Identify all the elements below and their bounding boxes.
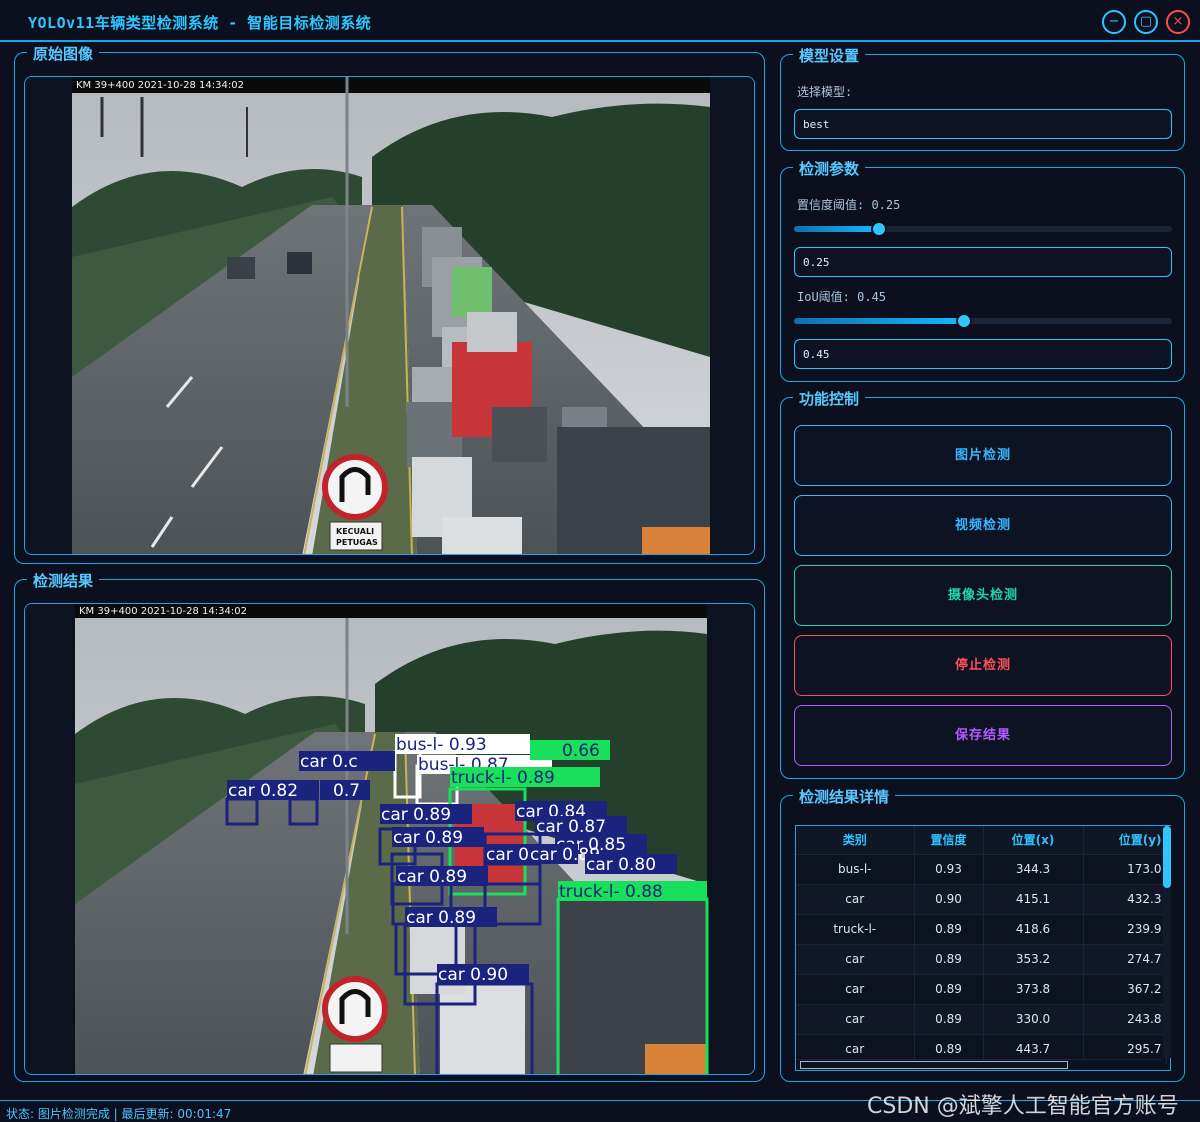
cell-y: 367.2 [1083, 973, 1167, 1004]
save-result-button[interactable]: 保存结果 [794, 705, 1172, 766]
table-row[interactable]: car 0.90 415.1 432.3 [796, 883, 1167, 914]
cell-class: bus-l- [796, 853, 915, 884]
table-row[interactable]: car 0.89 373.8 367.2 [796, 973, 1167, 1004]
detection-params-title: 检测参数 [793, 158, 866, 179]
table-header-row: 类别 置信度 位置(x) 位置(y) [796, 826, 1167, 854]
cell-y: 274.7 [1083, 943, 1167, 974]
video-detect-button[interactable]: 视频检测 [794, 495, 1172, 556]
column-header-y[interactable]: 位置(y) [1083, 826, 1167, 854]
detection-label: 0.7 [333, 781, 360, 801]
confidence-threshold-label: 置信度阈值: 0.25 [797, 198, 901, 212]
sign-text-line1: KECUALI [336, 527, 374, 536]
cell-x: 373.8 [983, 973, 1084, 1004]
cell-class: car [796, 883, 915, 914]
iou-threshold-label: IoU阈值: 0.45 [797, 290, 887, 304]
detection-label: car 0.82 [228, 781, 298, 801]
camera-detect-button[interactable]: 摄像头检测 [794, 565, 1172, 626]
details-table[interactable]: 类别 置信度 位置(x) 位置(y) bus-l- 0.93 344.3 173… [795, 825, 1171, 1071]
column-header-confidence[interactable]: 置信度 [914, 826, 984, 854]
cell-x: 415.1 [983, 883, 1084, 914]
iou-slider-handle[interactable] [956, 313, 973, 329]
cell-confidence: 0.89 [914, 973, 984, 1004]
title-bar: YOLOv11车辆类型检测系统 - 智能目标检测系统 − ▢ × [0, 0, 1200, 42]
close-icon[interactable]: × [1166, 10, 1190, 34]
model-settings-title: 模型设置 [793, 45, 866, 66]
confidence-slider[interactable] [794, 221, 1172, 237]
result-overlay-text: KM 39+400 2021-10-28 14:34:02 [79, 606, 247, 617]
status-text: 状态: 图片检测完成 | 最后更新: 00:01:47 [6, 1107, 232, 1121]
iou-input[interactable]: 0.45 [794, 339, 1172, 369]
detection-label: car 0.89 [397, 867, 467, 887]
detection-label: 0.66 [562, 741, 600, 761]
confidence-slider-fill [794, 226, 880, 232]
column-header-x[interactable]: 位置(x) [983, 826, 1084, 854]
details-horizontal-scroll-thumb[interactable] [800, 1061, 1068, 1069]
details-title: 检测结果详情 [793, 786, 896, 807]
cell-class: truck-l- [796, 913, 915, 944]
table-row[interactable]: truck-l- 0.89 418.6 239.9 [796, 913, 1167, 944]
table-row[interactable]: car 0.89 353.2 274.7 [796, 943, 1167, 974]
detection-label: car 0.90 [438, 965, 508, 985]
watermark: CSDN @斌擎人工智能官方账号 [867, 1094, 1179, 1119]
cell-class: car [796, 943, 915, 974]
details-horizontal-scrollbar[interactable] [796, 1059, 1162, 1070]
minimize-icon[interactable]: − [1102, 10, 1126, 34]
sign-text-line2: PETUGAS [336, 538, 378, 547]
column-header-class[interactable]: 类别 [796, 826, 915, 854]
iou-slider-fill [794, 318, 965, 324]
detection-label: truck-l- 0.89 [451, 768, 555, 788]
original-image-title: 原始图像 [27, 43, 100, 64]
control-title: 功能控制 [793, 388, 866, 409]
cell-confidence: 0.89 [914, 913, 984, 944]
table-row[interactable]: bus-l- 0.93 344.3 173.0 [796, 853, 1167, 884]
cell-confidence: 0.93 [914, 853, 984, 884]
detection-label: car 0.c [300, 752, 358, 772]
cell-x: 353.2 [983, 943, 1084, 974]
cell-confidence: 0.90 [914, 883, 984, 914]
original-image-frame: KECUALI PETUGAS KM 39+400 2021-10-28 14:… [24, 76, 755, 555]
cell-y: 239.9 [1083, 913, 1167, 944]
window-title: YOLOv11车辆类型检测系统 - 智能目标检测系统 [28, 14, 372, 32]
original-image: KECUALI PETUGAS KM 39+400 2021-10-28 14:… [25, 77, 754, 554]
result-image-title: 检测结果 [27, 570, 100, 591]
detection-label: car 0.89 [381, 805, 451, 825]
cell-y: 243.8 [1083, 1003, 1167, 1034]
model-select[interactable]: best [794, 109, 1172, 139]
detection-label: bus-l- 0.93 [396, 735, 487, 755]
cell-y: 173.0 [1083, 853, 1167, 884]
result-image: KM 39+400 2021-10-28 14:34:02 bus-l- 0.9… [25, 604, 754, 1074]
maximize-icon[interactable]: ▢ [1134, 10, 1158, 34]
stop-detect-button[interactable]: 停止检测 [794, 635, 1172, 696]
cell-class: car [796, 973, 915, 1004]
cell-x: 330.0 [983, 1003, 1084, 1034]
detection-label: car 0.80 [586, 855, 656, 875]
cell-confidence: 0.89 [914, 1003, 984, 1034]
confidence-slider-handle[interactable] [871, 221, 888, 237]
confidence-input[interactable]: 0.25 [794, 247, 1172, 277]
table-row[interactable]: car 0.89 330.0 243.8 [796, 1003, 1167, 1034]
image-detect-button[interactable]: 图片检测 [794, 425, 1172, 486]
detection-label: car 0.89 [393, 828, 463, 848]
model-select-label: 选择模型: [797, 85, 853, 99]
cell-confidence: 0.89 [914, 943, 984, 974]
details-vertical-scrollbar[interactable] [1163, 826, 1171, 1058]
cell-y: 432.3 [1083, 883, 1167, 914]
details-vertical-scroll-thumb[interactable] [1163, 826, 1171, 888]
cell-x: 344.3 [983, 853, 1084, 884]
detection-label: car 0.89 [406, 908, 476, 928]
camera-overlay-text: KM 39+400 2021-10-28 14:34:02 [76, 80, 244, 91]
iou-slider[interactable] [794, 313, 1172, 329]
cell-x: 418.6 [983, 913, 1084, 944]
result-image-frame: KM 39+400 2021-10-28 14:34:02 bus-l- 0.9… [24, 603, 755, 1075]
cell-class: car [796, 1003, 915, 1034]
detection-label: truck-l- 0.88 [559, 882, 663, 902]
